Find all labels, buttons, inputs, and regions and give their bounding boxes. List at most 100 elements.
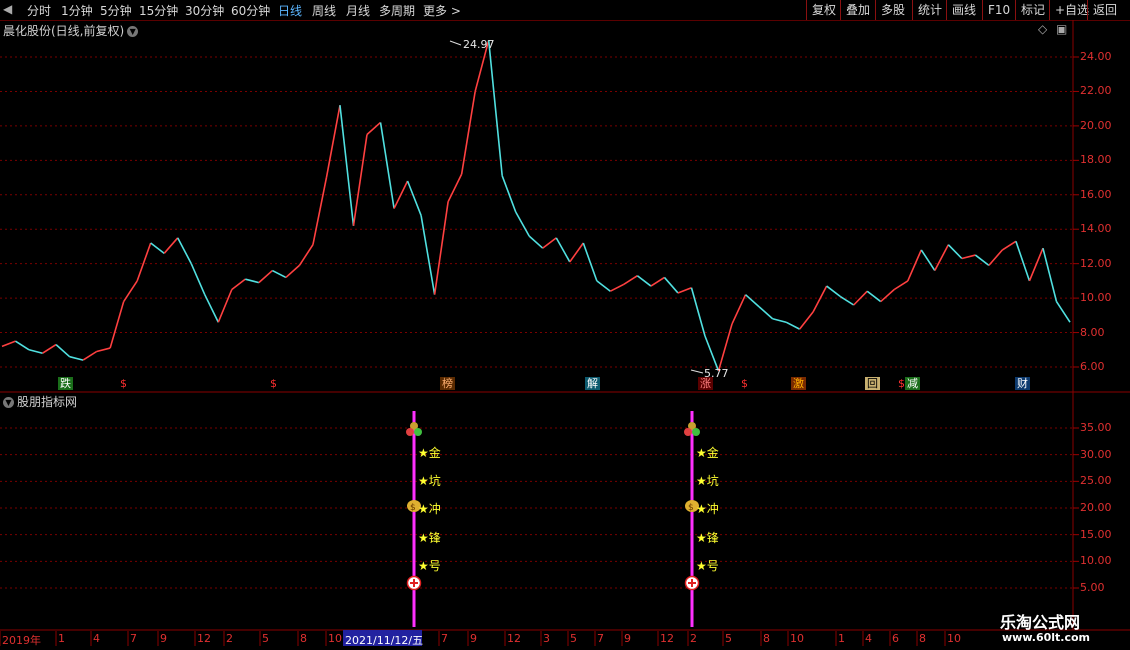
tab-intraday[interactable]: 分时 <box>27 2 51 19</box>
mark-button[interactable]: 标记 <box>1015 0 1050 20</box>
date-tick-label: 7 <box>597 632 604 645</box>
indicator-tick-label: 25.00 <box>1080 474 1112 488</box>
signal-label: ★坑 <box>418 474 441 488</box>
panel-window-icon[interactable]: ▣ <box>1056 22 1067 36</box>
price-segment <box>623 275 638 286</box>
event-tag[interactable]: 解 <box>585 377 600 390</box>
tab-15min[interactable]: 15分钟 <box>139 2 178 19</box>
price-segment <box>217 289 233 323</box>
price-segment <box>663 276 679 294</box>
event-tag[interactable]: 榜 <box>440 377 455 390</box>
statistics-button[interactable]: 统计 <box>912 0 947 20</box>
restore-rights-button[interactable]: 复权 <box>806 0 841 20</box>
dividend-mark[interactable]: $ <box>741 377 748 390</box>
price-segment <box>82 350 98 361</box>
date-tick-label: 4 <box>93 632 100 645</box>
date-tick-label: 5 <box>725 632 732 645</box>
date-tick-label: 1 <box>58 632 65 645</box>
price-segment <box>609 283 625 292</box>
price-segment <box>433 201 449 295</box>
tab-30min[interactable]: 30分钟 <box>185 2 224 19</box>
date-tick-label: 6 <box>892 632 899 645</box>
date-tick-label: 9 <box>160 632 167 645</box>
price-segment <box>312 177 328 245</box>
price-segment <box>717 323 733 372</box>
panel-diamond-icon[interactable]: ◇ <box>1038 22 1047 36</box>
price-segment <box>231 278 246 291</box>
date-tick-label: 5 <box>570 632 577 645</box>
price-tick-label: 12.00 <box>1080 256 1112 270</box>
main-gridlines <box>0 56 1079 368</box>
price-segment <box>109 301 125 349</box>
price-tick-label: 24.00 <box>1080 50 1112 63</box>
event-tag[interactable]: 回 <box>865 377 880 390</box>
price-segment <box>596 280 611 292</box>
dividend-mark[interactable]: $ <box>120 377 127 390</box>
indicator-gridlines <box>0 427 1079 589</box>
multi-stock-button[interactable]: 多股 <box>875 0 910 20</box>
dividend-mark[interactable]: $ <box>898 377 905 390</box>
tab-multi-period[interactable]: 多周期 <box>379 2 415 19</box>
price-segment <box>28 349 43 354</box>
chart-canvas[interactable]: $ $ <box>0 20 1130 650</box>
stock-title-text: 晨化股份(日线,前复权) <box>3 24 125 38</box>
tab-5min[interactable]: 5分钟 <box>100 2 132 19</box>
price-segment <box>934 244 950 271</box>
plus-circle-icon <box>684 575 700 591</box>
signal-label: ★冲 <box>696 502 719 516</box>
event-tag[interactable]: 财 <box>1015 377 1030 390</box>
date-tick-label: 9 <box>624 632 631 645</box>
price-segment <box>339 105 355 226</box>
indicator-tick-label: 10.00 <box>1080 554 1112 568</box>
price-segment <box>447 173 463 203</box>
event-tag[interactable]: 减 <box>905 377 920 390</box>
draw-line-button[interactable]: 画线 <box>946 0 981 20</box>
date-tick-label: 2 <box>226 632 233 645</box>
price-segment <box>96 347 111 353</box>
date-tick-label: 12 <box>507 632 521 645</box>
price-segment <box>379 122 395 209</box>
tab-more[interactable]: 更多 > <box>423 2 461 19</box>
signal-label: ★锋 <box>696 531 719 545</box>
tab-monthly[interactable]: 月线 <box>346 2 370 19</box>
event-tag[interactable]: 涨 <box>698 377 713 390</box>
price-segment <box>893 280 909 291</box>
tab-weekly[interactable]: 周线 <box>312 2 336 19</box>
f10-button[interactable]: F10 <box>982 0 1015 20</box>
price-segment <box>677 287 692 294</box>
tab-1min[interactable]: 1分钟 <box>61 2 93 19</box>
collapse-arrow-icon[interactable]: ◀ <box>3 2 12 16</box>
price-segment <box>69 355 84 361</box>
event-tag[interactable]: 跌 <box>58 377 73 390</box>
date-tick-label: 8 <box>763 632 770 645</box>
price-segment <box>1042 247 1058 302</box>
price-tick-label: 22.00 <box>1080 84 1112 98</box>
dropdown-circle-icon[interactable]: ▼ <box>3 397 14 408</box>
price-segment <box>758 306 774 320</box>
tab-daily[interactable]: 日线 <box>278 2 302 19</box>
date-tick-label: 7 <box>130 632 137 645</box>
price-segment <box>704 335 720 372</box>
price-segment <box>745 294 760 308</box>
price-segment <box>569 242 584 263</box>
signal-label: ★号 <box>418 559 441 573</box>
dropdown-circle-icon[interactable]: ▼ <box>127 26 139 37</box>
price-segment <box>15 340 30 351</box>
price-tick-label: 20.00 <box>1080 118 1112 132</box>
price-segment <box>798 311 814 330</box>
date-tick-label: 9 <box>470 632 477 645</box>
indicator-tick-label: 35.00 <box>1080 421 1112 434</box>
price-segment <box>785 321 800 330</box>
dividend-mark[interactable]: $ <box>270 377 277 390</box>
date-tick-label: 8 <box>300 632 307 645</box>
price-segment <box>731 294 747 325</box>
overlay-button[interactable]: 叠加 <box>840 0 875 20</box>
event-tag[interactable]: 激 <box>791 377 806 390</box>
price-segment <box>366 121 382 136</box>
back-button[interactable]: 返回 <box>1087 0 1122 20</box>
date-tick-label: 2019年 <box>2 634 41 647</box>
date-tick-label: 2 <box>690 632 697 645</box>
tab-60min[interactable]: 60分钟 <box>231 2 270 19</box>
price-segment <box>272 269 287 279</box>
indicator-panel-title: ▼ 股朋指标网 <box>3 393 77 410</box>
